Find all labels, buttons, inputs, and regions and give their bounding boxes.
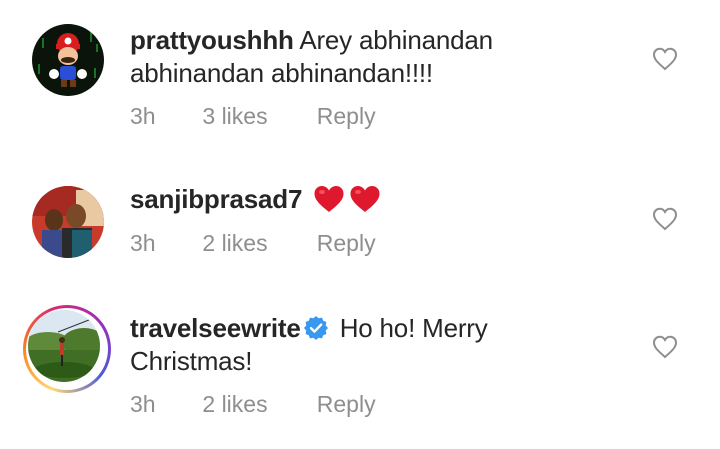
reply-button[interactable]: Reply xyxy=(317,103,376,130)
comment-username[interactable]: travelseewrite xyxy=(130,313,301,343)
reply-button[interactable]: Reply xyxy=(317,230,376,257)
comment-text: sanjibprasad7 xyxy=(130,183,600,216)
comment-username[interactable]: prattyoushhh xyxy=(130,25,294,55)
verified-badge-icon xyxy=(303,315,329,341)
comment-meta: 3h 2 likes Reply xyxy=(130,391,376,418)
comment-time: 3h xyxy=(130,103,156,129)
comment-text: prattyoushhh Arey abhinandan abhinandan … xyxy=(130,24,600,90)
avatar xyxy=(28,310,100,382)
comment-meta: 3h 3 likes Reply xyxy=(130,103,376,130)
comment-likes[interactable]: 3 likes xyxy=(202,103,310,130)
red-heart-emoji xyxy=(349,184,381,214)
like-heart-outline-icon[interactable] xyxy=(652,47,678,71)
reply-button[interactable]: Reply xyxy=(317,391,376,418)
like-heart-outline-icon[interactable] xyxy=(652,207,678,231)
like-heart-outline-icon[interactable] xyxy=(652,335,678,359)
comment-text: travelseewrite Ho ho! Merry Christmas! xyxy=(130,312,600,378)
comment-time: 3h xyxy=(130,391,156,417)
comment-likes[interactable]: 2 likes xyxy=(202,391,310,418)
red-heart-emoji xyxy=(313,184,345,214)
comment-time: 3h xyxy=(130,230,156,256)
comment-likes[interactable]: 2 likes xyxy=(202,230,310,257)
comment-meta: 3h 2 likes Reply xyxy=(130,230,376,257)
story-ring[interactable] xyxy=(23,305,111,393)
comment-username[interactable]: sanjibprasad7 xyxy=(130,184,302,214)
avatar[interactable] xyxy=(32,186,104,258)
avatar[interactable] xyxy=(32,24,104,96)
